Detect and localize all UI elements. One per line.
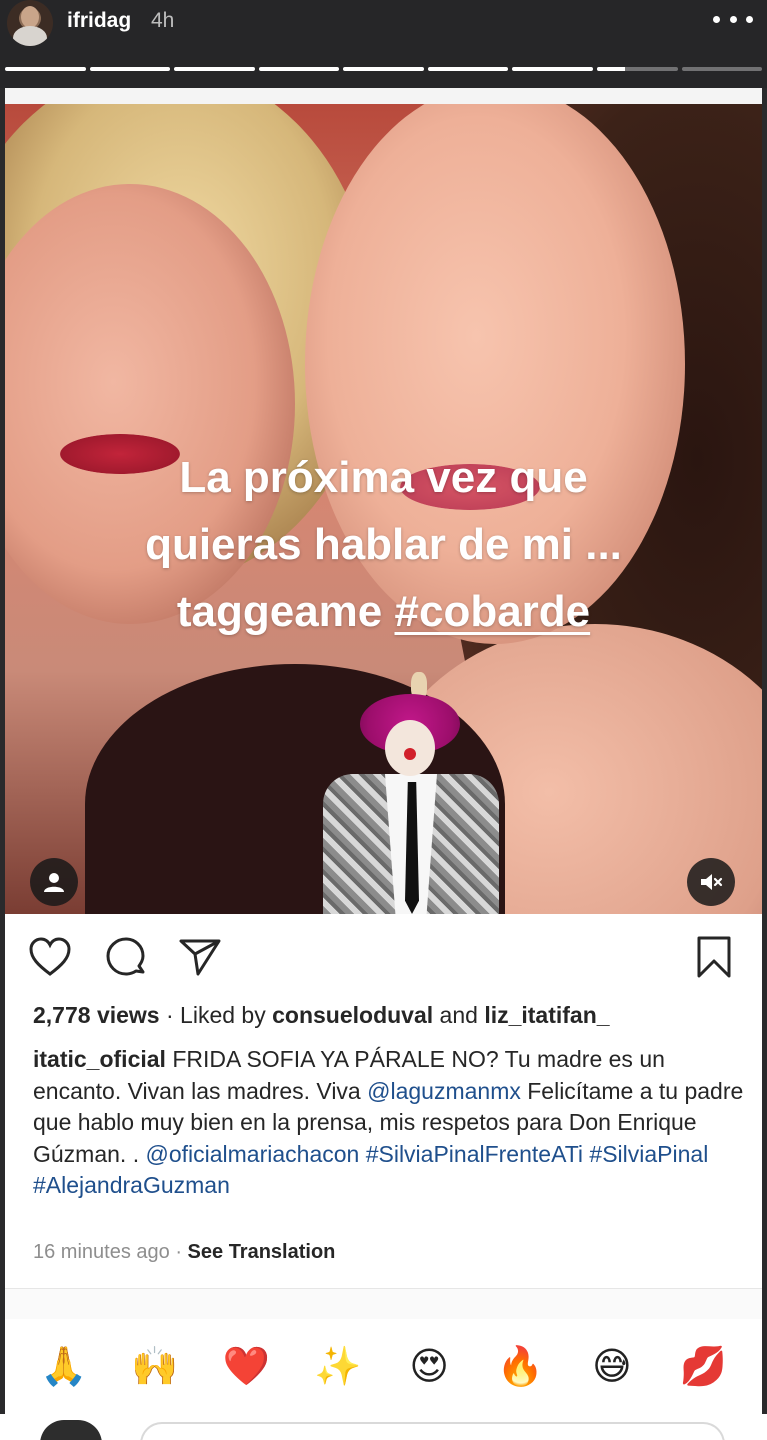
reaction-emoji[interactable]: 🙏 [34, 1347, 94, 1385]
views-count[interactable]: 2,778 views [33, 1002, 160, 1028]
progress-fill [512, 67, 593, 71]
post-actions [5, 934, 762, 982]
reaction-emoji[interactable]: ✨ [308, 1347, 368, 1385]
progress-fill [174, 67, 255, 71]
reaction-emoji[interactable]: 🙌 [125, 1347, 185, 1385]
avatar-body [13, 26, 47, 46]
volume-mute-icon [701, 874, 723, 890]
caption-author[interactable]: itatic_oficial [33, 1046, 166, 1072]
overlay-line: quieras hablar de mi ... [145, 520, 622, 569]
views-and-likes: 2,778 views · Liked by consueloduval and… [33, 1002, 753, 1029]
mention-link[interactable]: @laguzmanmx [367, 1078, 521, 1104]
like-button[interactable] [27, 934, 73, 980]
progress-fill [89, 67, 171, 71]
share-button[interactable] [177, 934, 223, 980]
story-header: ifridag 4h [0, 0, 767, 88]
post-meta: 16 minutes ago · See Translation [33, 1241, 335, 1264]
liked-by-and: and [433, 1002, 485, 1028]
progress-segment [512, 67, 593, 71]
comment-icon [106, 937, 145, 976]
post-top-strip [5, 88, 762, 104]
heart-outline-icon [29, 937, 71, 976]
progress-segment [89, 67, 171, 71]
liked-by-prefix: · Liked by [159, 1002, 273, 1028]
dot-icon [713, 15, 720, 23]
post-time: 16 minutes ago [33, 1241, 170, 1263]
overlay-text-prefix: taggeame [176, 587, 395, 636]
reaction-emoji[interactable]: 😍 [399, 1347, 459, 1385]
more-horizontal-icon[interactable] [713, 8, 753, 30]
progress-segment [258, 67, 340, 71]
send-icon [179, 939, 221, 976]
avatar[interactable] [7, 0, 53, 46]
save-button[interactable] [691, 934, 737, 980]
clown-sticker [321, 672, 501, 914]
comment-area [5, 1289, 762, 1319]
see-translation-link[interactable]: See Translation [188, 1241, 336, 1263]
user-tag-button[interactable] [30, 858, 78, 906]
progress-fill [427, 67, 509, 71]
mention-link[interactable]: @oficialmariachacon [145, 1141, 359, 1167]
progress-fill [258, 67, 340, 71]
liked-by-user[interactable]: consueloduval [272, 1002, 433, 1028]
meta-separator: · [169, 1241, 188, 1263]
reaction-emoji[interactable]: ❤️ [216, 1347, 276, 1385]
progress-fill [5, 67, 86, 71]
bookmark-icon [697, 936, 731, 978]
progress-fill [596, 67, 626, 71]
overlay-hashtag[interactable]: #cobarde [395, 587, 591, 636]
progress-segment [343, 67, 424, 71]
progress-segment [174, 67, 255, 71]
user-icon [44, 873, 64, 892]
overlay-text: La próxima vez que quieras hablar de mi … [5, 444, 762, 645]
overlay-line: taggeame #cobarde [5, 578, 762, 645]
reaction-emoji[interactable]: 🔥 [491, 1347, 551, 1385]
story-username[interactable]: ifridag [67, 9, 131, 33]
overlay-line: La próxima vez que [179, 453, 588, 502]
post-caption: itatic_oficial FRIDA SOFIA YA PÁRALE NO?… [33, 1044, 745, 1202]
reaction-emoji[interactable]: 💋 [673, 1347, 733, 1385]
progress-segment [427, 67, 509, 71]
mute-button[interactable] [687, 858, 735, 906]
progress-segment [681, 67, 763, 71]
quick-reactions-bar: 🙏 🙌 ❤️ ✨ 😍 🔥 😅 💋 [0, 1318, 767, 1414]
avatar-face [21, 6, 39, 28]
story-progress-bar [5, 67, 763, 71]
clown-nose [404, 748, 416, 760]
dot-icon [746, 15, 753, 23]
progress-segment [5, 67, 86, 71]
post-media[interactable]: La próxima vez que quieras hablar de mi … [5, 104, 762, 914]
story-timestamp: 4h [151, 9, 175, 32]
progress-segment [596, 67, 678, 71]
post-card: La próxima vez que quieras hablar de mi … [5, 88, 762, 1440]
liked-by-other[interactable]: liz_itatifan_ [484, 1002, 609, 1028]
reply-input[interactable] [140, 1422, 725, 1440]
reaction-emoji[interactable]: 😅 [582, 1347, 642, 1385]
comment-button[interactable] [103, 934, 149, 980]
progress-fill [343, 67, 424, 71]
dot-icon [729, 15, 737, 23]
